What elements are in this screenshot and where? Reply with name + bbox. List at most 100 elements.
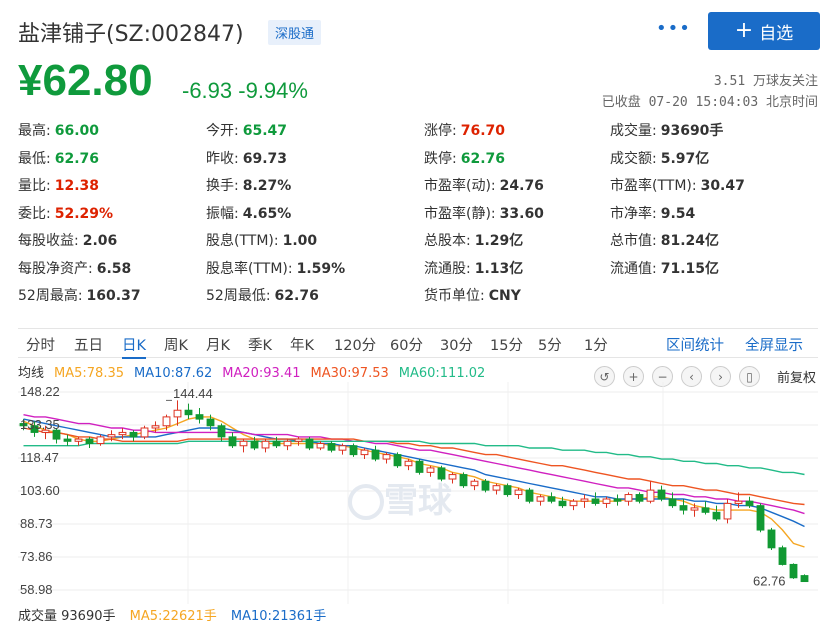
volume-legend: 成交量 93690手 MA5:22621手 MA10:21361手 [18,605,336,624]
candle-body [547,496,556,502]
candle-body [778,547,787,565]
market-tag[interactable]: 深股通 [268,20,322,45]
candle-body [316,443,325,449]
candle-body [789,563,798,579]
stat-item: 成交额: 5.97亿 [610,148,709,168]
candle-body [239,440,248,447]
stat-key: 市净率: [610,205,657,222]
stat-item: 股息(TTM): 1.00 [206,230,317,250]
stat-key: 股息率(TTM): [206,260,293,277]
tab-7[interactable]: 120分 [334,334,376,355]
candle-body [701,507,710,513]
stat-value: 76.70 [460,123,506,139]
stat-value: 62.76 [54,150,100,167]
stock-name: 盐津铺子(SZ:002847) [18,22,244,47]
candle-body [690,507,699,511]
stat-value: 4.65% [242,205,292,222]
stat-key: 涨停: [424,123,457,139]
plus-icon: + [734,18,754,43]
stat-value: 9.54 [660,205,696,222]
stat-item: 市盈率(动): 24.76 [424,175,544,195]
tab-5[interactable]: 季K [248,334,272,355]
more-dots-icon[interactable]: ••• [656,18,691,39]
header: 盐津铺子(SZ:002847) 深股通 ••• + 自选 [18,12,820,52]
stat-value: 5.97亿 [660,150,710,167]
tab-9[interactable]: 30分 [440,334,473,355]
stat-value: 66.00 [54,123,100,139]
candle-body [118,431,127,436]
market-status: 已收盘 07-20 15:04:03 北京时间 [601,95,818,110]
stat-key: 流通股: [424,260,471,277]
candle-body [74,438,83,442]
stat-value: 65.47 [242,123,288,139]
candle-body [404,460,413,467]
kline-svg: 雪球 148.22 133.35 118.47 103.60 88.73 73.86 58.9… [18,382,818,604]
tab-6[interactable]: 年K [290,334,314,355]
candle-body [415,460,424,473]
range-stats-button[interactable]: 区间统计 [666,334,724,355]
tab-10[interactable]: 15分 [490,334,523,355]
tab-12[interactable]: 1分 [584,334,608,355]
tab-4[interactable]: 月K [206,334,230,355]
candle-body [206,418,215,427]
stat-value: 62.76 [274,288,319,304]
candle-body [525,489,534,502]
candle-body [536,496,545,502]
stat-key: 总股本: [424,233,471,249]
stat-item: 货币单位: CNY [424,285,521,305]
stat-key: 量比: [18,178,51,194]
stat-value: 33.60 [499,205,544,222]
stat-value: 6.58 [96,260,132,277]
candle-body [767,529,776,549]
candle-body [195,414,204,420]
y-tick-label: 118.47 [20,450,59,465]
candle-body [272,440,281,447]
stat-value: 71.15亿 [660,260,720,277]
stat-value: 93690手 [660,123,724,139]
current-price: ¥62.80 [18,56,153,105]
tab-1[interactable]: 五日 [74,334,103,355]
candle-body [85,438,94,445]
ma-item: MA60:111.02 [398,366,486,381]
stat-item: 最高: 66.00 [18,120,99,140]
stat-key: 每股净资产: [18,260,93,277]
candle-body [712,511,721,520]
tab-3[interactable]: 周K [164,334,188,355]
fullscreen-button[interactable]: 全屏显示 [745,334,803,355]
add-to-watchlist-button[interactable]: + 自选 [708,12,820,50]
candle-body [217,425,226,438]
stat-key: 换手: [206,178,239,194]
candle-body [250,440,259,449]
stat-item: 今开: 65.47 [206,120,287,140]
stat-key: 跌停: [424,150,457,167]
period-tabs: 分时 五日 日K 周K 月K 季K 年K 120分 60分 30分 15分 5分 1分 区间统计 全屏显示 [18,328,818,359]
add-to-watchlist-label: 自选 [759,23,794,44]
stat-item: 振幅: 4.65% [206,203,291,223]
tab-8[interactable]: 60分 [390,334,423,355]
stat-key: 股息(TTM): [206,233,279,249]
candle-body [283,440,292,447]
stat-item: 换手: 8.27% [206,175,291,195]
stat-value: 24.76 [499,178,544,194]
stat-item: 成交量: 93690手 [610,120,723,140]
candle-body [734,500,743,504]
stat-key: 52周最高: [18,288,83,304]
tab-0[interactable]: 分时 [26,334,55,355]
stat-key: 总市值: [610,233,657,249]
stat-key: 振幅: [206,205,239,222]
volume-ma5: MA5:22621手 [129,609,217,624]
ma-item: MA5:78.35 [54,366,124,381]
stat-item: 量比: 12.38 [18,175,99,195]
candle-body [107,434,116,438]
stat-value: 1.00 [282,233,318,249]
stat-item: 昨收: 69.73 [206,148,287,168]
stat-key: 最高: [18,123,51,139]
kline-chart[interactable]: 雪球 148.22 133.35 118.47 103.60 88.73 73.86 58.9… [18,382,818,604]
ma-legend: 均线 MA5:78.35 MA10:87.62 MA20:93.41 MA30:97.5… [18,362,495,381]
stat-value: 52.29% [54,205,114,222]
tab-11[interactable]: 5分 [538,334,562,355]
tab-2[interactable]: 日K [122,334,147,359]
candle-body [756,505,765,531]
candle-body [470,480,479,487]
candle-body [646,489,655,502]
